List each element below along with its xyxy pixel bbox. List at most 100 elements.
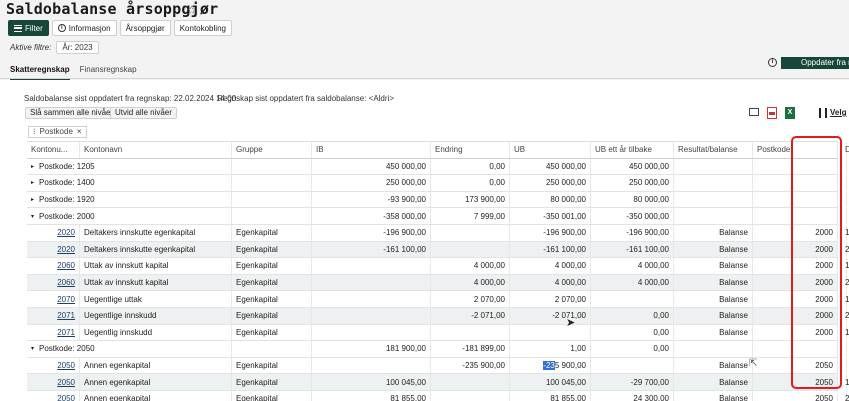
deltaker-cell bbox=[841, 192, 849, 208]
account-name-cell: Uegentlig innskudd bbox=[80, 324, 232, 341]
account-number-link[interactable]: 2050 bbox=[27, 390, 80, 401]
pdf-icon[interactable] bbox=[767, 107, 777, 119]
resultat-balanse-cell: Balanse bbox=[674, 258, 753, 274]
postkode-cell: 2000 bbox=[753, 224, 838, 241]
group-by-chip[interactable]: ⁝ Postkode × bbox=[28, 126, 87, 138]
column-header[interactable]: Kontonu... bbox=[27, 142, 80, 158]
ib-cell bbox=[312, 324, 431, 341]
filter-button[interactable]: Filter bbox=[8, 20, 49, 36]
group-label-text: Postkode: 2000 bbox=[39, 211, 95, 221]
star-outline-icon[interactable]: ☆ bbox=[186, 3, 197, 17]
table-row[interactable]: 2071 Uegentlige innskudd Egenkapital -2 071… bbox=[27, 307, 849, 325]
ub-prev-cell: -196 900,00 bbox=[591, 224, 674, 241]
arsoppgjor-button[interactable]: Årsoppgjør bbox=[119, 20, 171, 36]
account-number-link[interactable]: 2071 bbox=[27, 324, 80, 341]
column-header[interactable]: Postkode bbox=[753, 142, 838, 158]
saldobalanse-updated-text: Saldobalanse sist oppdatert fra regnskap… bbox=[24, 94, 237, 103]
resultat-balanse-cell bbox=[674, 158, 753, 175]
caret-right-icon[interactable]: ▸ bbox=[31, 163, 39, 170]
resultat-balanse-cell bbox=[674, 341, 753, 357]
column-header[interactable]: Gruppe bbox=[232, 142, 312, 158]
group-row[interactable]: ▾ Postkode: 2050 181 900,00 -181 899,00 1,00… bbox=[27, 341, 847, 358]
column-header[interactable]: Deltaker bbox=[841, 142, 849, 158]
group-label[interactable]: ▾ Postkode: 2000 bbox=[27, 208, 232, 224]
column-header[interactable]: UB bbox=[510, 142, 591, 158]
group-row[interactable]: ▸ Postkode: 1920 -93 900,00 173 900,00 80 00… bbox=[27, 191, 847, 209]
caret-down-icon[interactable]: ▾ bbox=[31, 345, 39, 352]
deltaker-cell bbox=[841, 175, 849, 191]
group-label[interactable]: ▸ Postkode: 1205 bbox=[27, 158, 232, 175]
account-number-link[interactable]: 2050 bbox=[27, 374, 80, 390]
group-row[interactable]: ▾ Postkode: 2000 -358 000,00 7 999,00 -350 0… bbox=[27, 208, 847, 225]
resultat-balanse-cell: Balanse bbox=[674, 274, 753, 291]
info-icon[interactable]: i bbox=[768, 58, 777, 67]
mouse-cursor-icon: ⇱ bbox=[749, 358, 758, 369]
close-icon[interactable]: × bbox=[77, 127, 82, 137]
comment-icon[interactable] bbox=[749, 108, 759, 116]
table-row[interactable]: 2050 Annen egenkapital Egenkapital 81 855,0… bbox=[27, 390, 849, 401]
caret-down-icon[interactable]: ▾ bbox=[31, 213, 39, 220]
table-row[interactable]: 2070 Uegentlige uttak Egenkapital 2 070,00 2… bbox=[27, 291, 849, 308]
ub-prev-cell: 0,00 bbox=[591, 324, 674, 341]
table-row[interactable]: 2060 Uttak av innskutt kapital Egenkapital… bbox=[27, 258, 849, 275]
gruppe-cell: Egenkapital bbox=[232, 291, 312, 307]
endring-cell: 173 900,00 bbox=[431, 191, 510, 208]
ib-cell: -93 900,00 bbox=[312, 191, 431, 208]
column-header[interactable]: Resultat/balanse bbox=[674, 142, 753, 158]
postkode-cell: 2050 bbox=[753, 357, 838, 374]
account-number-link[interactable]: 2071 bbox=[27, 307, 80, 324]
account-number-link[interactable]: 2060 bbox=[27, 274, 80, 291]
deltaker-cell bbox=[841, 341, 849, 357]
account-name-cell: Annen egenkapital bbox=[80, 357, 232, 374]
title-bar: Saldobalanse årsoppgjør ☆ bbox=[0, 0, 849, 20]
endring-cell bbox=[431, 241, 510, 258]
account-number-link[interactable]: 2050 bbox=[27, 357, 80, 374]
group-row[interactable]: ▸ Postkode: 1205 450 000,00 0,00 450 000,00 4… bbox=[27, 158, 847, 176]
expand-all-button[interactable]: Utvid alle nivåer bbox=[110, 107, 177, 119]
collapse-all-button[interactable]: Slå sammen alle nivåer bbox=[25, 107, 119, 119]
table-row[interactable]: 2071 Uegentlig innskudd Egenkapital 0,00 Bal… bbox=[27, 324, 849, 342]
information-button-label: Informasjon bbox=[68, 23, 111, 33]
excel-icon[interactable]: X bbox=[785, 107, 795, 119]
caret-right-icon[interactable]: ▸ bbox=[31, 196, 39, 203]
group-label[interactable]: ▸ Postkode: 1400 bbox=[27, 175, 232, 191]
ub-cell: 2 070,00 bbox=[510, 291, 591, 307]
endring-cell: -235 900,00 bbox=[431, 357, 510, 374]
kontokobling-button[interactable]: Kontokobling bbox=[173, 20, 232, 36]
ub-cell: -23 5 900,00 bbox=[510, 357, 591, 374]
ub-cell: -161 100,00 bbox=[510, 241, 591, 258]
kontokobling-button-label: Kontokobling bbox=[179, 23, 226, 33]
group-row[interactable]: ▸ Postkode: 1400 250 000,00 0,00 250 000,00 2… bbox=[27, 175, 847, 192]
table-row[interactable]: 2020 Deltakers innskutte egenkapital Egenk… bbox=[27, 224, 849, 242]
group-label[interactable]: ▾ Postkode: 2050 bbox=[27, 341, 232, 357]
gruppe-cell bbox=[232, 341, 312, 357]
account-number-link[interactable]: 2020 bbox=[27, 224, 80, 241]
account-number-link[interactable]: 2070 bbox=[27, 291, 80, 307]
ib-cell: 81 855,00 bbox=[312, 390, 431, 401]
table-row[interactable]: 2060 Uttak av innskutt kapital Egenkapital… bbox=[27, 274, 849, 292]
column-header[interactable]: UB ett år tilbake bbox=[591, 142, 674, 158]
update-from-regnskap-button[interactable]: Oppdater fra re bbox=[781, 57, 849, 69]
column-header[interactable]: IB bbox=[312, 142, 431, 158]
caret-right-icon[interactable]: ▸ bbox=[31, 179, 39, 186]
gruppe-cell bbox=[232, 175, 312, 191]
endring-cell: 2 070,00 bbox=[431, 291, 510, 307]
group-label[interactable]: ▸ Postkode: 1920 bbox=[27, 191, 232, 208]
ub-text: 5 900,00 bbox=[554, 361, 586, 371]
table-row[interactable]: 2050 Annen egenkapital Egenkapital 100 045,… bbox=[27, 374, 849, 391]
velg-button[interactable]: Velg bbox=[830, 108, 846, 117]
endring-cell: 0,00 bbox=[431, 175, 510, 191]
table-row[interactable]: 2020 Deltakers innskutte egenkapital Egenk… bbox=[27, 241, 849, 259]
column-header[interactable]: Kontonavn bbox=[80, 142, 232, 158]
columns-icon[interactable] bbox=[819, 108, 827, 118]
endring-cell: -2 071,00 bbox=[431, 307, 510, 324]
endring-cell bbox=[431, 324, 510, 341]
account-number-link[interactable]: 2060 bbox=[27, 258, 80, 274]
table-row[interactable]: 2050 Annen egenkapital Egenkapital -235 900… bbox=[27, 357, 847, 375]
ub-prev-cell: 450 000,00 bbox=[591, 158, 674, 175]
information-button[interactable]: i Informasjon bbox=[51, 20, 117, 36]
account-number-link[interactable]: 2020 bbox=[27, 241, 80, 258]
filter-chip-year[interactable]: År: 2023 bbox=[56, 41, 99, 54]
ub-prev-cell: -29 700,00 bbox=[591, 374, 674, 390]
column-header[interactable]: Endring bbox=[431, 142, 510, 158]
